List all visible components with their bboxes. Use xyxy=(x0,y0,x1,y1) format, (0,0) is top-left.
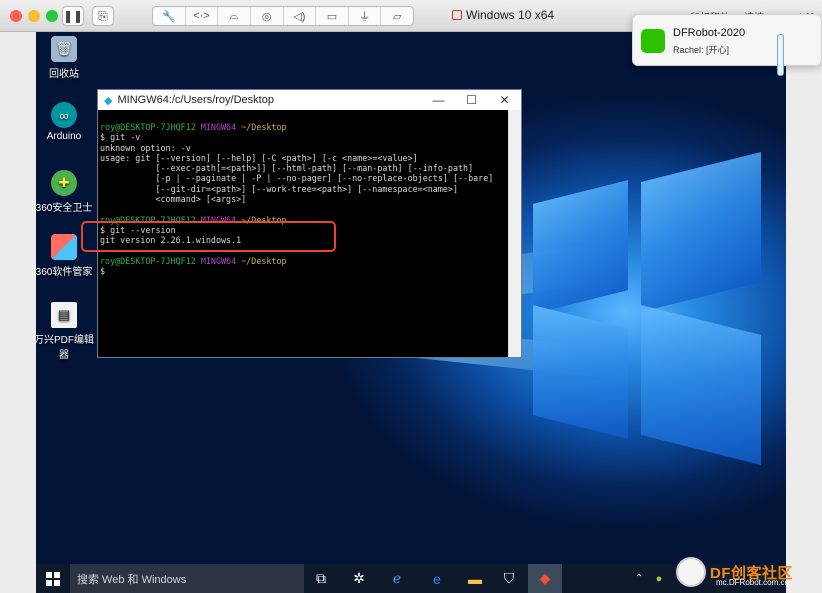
terminal-text: $ xyxy=(100,266,106,277)
terminal-text: MINGW64 xyxy=(200,255,242,266)
terminal-text: <command> [<args>] xyxy=(100,194,247,205)
wechat-notification[interactable]: DFRobot-2020 Rachel: [开心] xyxy=(632,14,822,66)
360-safe-icon: ✚ xyxy=(51,170,77,196)
wallpaper-panel xyxy=(533,305,628,439)
file-explorer-icon[interactable]: ▬ xyxy=(458,564,492,593)
dfrobot-watermark: DF创客社区 mc.DFRobot.com.cn xyxy=(676,554,818,590)
terminal-text: ~/Desktop xyxy=(241,122,287,132)
minimize-icon[interactable]: — xyxy=(422,93,455,107)
terminal-scrollbar[interactable] xyxy=(508,110,521,357)
video-icon[interactable]: ▭ xyxy=(316,7,349,25)
folder-icon[interactable]: ▱ xyxy=(381,7,413,25)
terminal-line: roy@DESKTOP-7JHQF12 MINGW64 ~/Desktop xyxy=(100,256,508,266)
terminal-text: MINGW64 xyxy=(200,122,242,132)
pinwheel-app-icon[interactable]: ✲ xyxy=(342,564,376,593)
snapshot-icon[interactable]: ⎘ xyxy=(92,6,114,26)
terminal-line: <command> [<args>] xyxy=(100,194,508,204)
terminal-text: ~/Desktop xyxy=(241,255,287,266)
pause-icon[interactable]: ❚❚ xyxy=(62,6,84,26)
recycle-bin-icon: 🗑 xyxy=(51,36,77,62)
terminal-line: $ xyxy=(100,266,508,276)
wallpaper-panel xyxy=(533,180,628,314)
maximize-icon[interactable]: ☐ xyxy=(455,93,488,107)
store-icon[interactable]: ⛉ xyxy=(492,564,526,593)
edge-icon[interactable]: e xyxy=(420,564,454,593)
vm-icon xyxy=(452,10,462,20)
desktop-icon-recycle-bin[interactable]: 🗑 回收站 xyxy=(36,36,94,80)
camera-icon[interactable]: ◎ xyxy=(251,7,284,25)
desktop-icon-pdf-editor[interactable]: ▤ 万兴PDF编辑器 xyxy=(36,302,94,361)
terminal-title: MINGW64:/c/Users/roy/Desktop xyxy=(117,94,274,106)
windows-taskbar: 搜索 Web 和 Windows ⧉ ✲ ℯ e ▬ ⛉ ◆ ⌃ ● 中 xyxy=(36,564,786,593)
taskbar-search-box[interactable]: 搜索 Web 和 Windows xyxy=(70,564,304,593)
code-icon[interactable]: <·> xyxy=(186,7,219,25)
pdf-editor-icon: ▤ xyxy=(51,302,77,328)
terminal-line: unknown option: -v xyxy=(100,143,508,153)
wrench-icon[interactable]: 🔧 xyxy=(153,7,186,25)
terminal-text: $ git -v xyxy=(100,132,141,143)
wallpaper-panel xyxy=(641,305,761,465)
terminal-text: [--git-dir=<path>] [--work-tree=<path>] … xyxy=(100,183,458,194)
task-view-icon[interactable]: ⧉ xyxy=(304,564,338,593)
desktop-icon-arduino[interactable]: ∞ Arduino xyxy=(36,102,94,142)
device-toolbar-group: 🔧 <·> ⌓ ◎ ◁) ▭ ⏚ ▱ xyxy=(152,6,414,26)
terminal-text: usage: git [--version] [--help] [-C <pat… xyxy=(100,152,418,163)
terminal-line: roy@DESKTOP-7JHQF12 MINGW64 ~/Desktop xyxy=(100,122,508,132)
close-icon[interactable]: ✕ xyxy=(488,93,521,107)
terminal-line: [-p | --paginate | -P | --no-pager] [--n… xyxy=(100,173,508,183)
internet-explorer-icon[interactable]: ℯ xyxy=(380,564,414,593)
speaker-icon[interactable]: ◁) xyxy=(284,7,317,25)
terminal-line: [--git-dir=<path>] [--work-tree=<path>] … xyxy=(100,184,508,194)
robot-logo-icon xyxy=(676,557,706,587)
version-highlight-box xyxy=(81,221,336,252)
terminal-text: unknown option: -v xyxy=(100,142,191,153)
360-software-icon xyxy=(51,234,77,260)
desktop-icon-360-safe[interactable]: ✚ 360安全卫士 xyxy=(36,170,94,214)
host-scroll-indicator xyxy=(777,34,784,76)
usb-icon[interactable]: ⏚ xyxy=(349,7,382,25)
zoom-window-button[interactable] xyxy=(46,10,58,22)
terminal-line: [--exec-path[=<path>]] [--html-path] [--… xyxy=(100,163,508,173)
minimize-window-button[interactable] xyxy=(28,10,40,22)
terminal-line: $ git -v xyxy=(100,132,508,142)
git-bash-icon[interactable]: ◆ xyxy=(528,564,562,593)
close-window-button[interactable] xyxy=(10,10,22,22)
windows-logo-icon xyxy=(46,571,60,586)
wallpaper-panel xyxy=(641,152,761,312)
terminal-output[interactable]: roy@DESKTOP-7JHQF12 MINGW64 ~/Desktop $ g… xyxy=(100,122,508,276)
git-bash-icon: ◆ xyxy=(104,94,113,107)
terminal-title-bar[interactable]: ◆ MINGW64:/c/Users/roy/Desktop — ☐ ✕ xyxy=(98,90,521,110)
terminal-text: roy@DESKTOP-7JHQF12 xyxy=(100,255,201,266)
host-window-title: Windows 10 x64 xyxy=(452,8,554,22)
tray-app-icon[interactable]: ● xyxy=(642,564,676,593)
wechat-icon xyxy=(641,29,665,53)
arduino-icon: ∞ xyxy=(51,102,77,128)
terminal-text: roy@DESKTOP-7JHQF12 xyxy=(100,122,201,132)
terminal-line: usage: git [--version] [--help] [-C <pat… xyxy=(100,153,508,163)
terminal-text: [-p | --paginate | -P | --no-pager] [--n… xyxy=(100,173,494,184)
start-button[interactable] xyxy=(36,564,70,593)
terminal-text: [--exec-path[=<path>]] [--html-path] [--… xyxy=(100,163,474,174)
drive-icon[interactable]: ⌓ xyxy=(218,7,251,25)
